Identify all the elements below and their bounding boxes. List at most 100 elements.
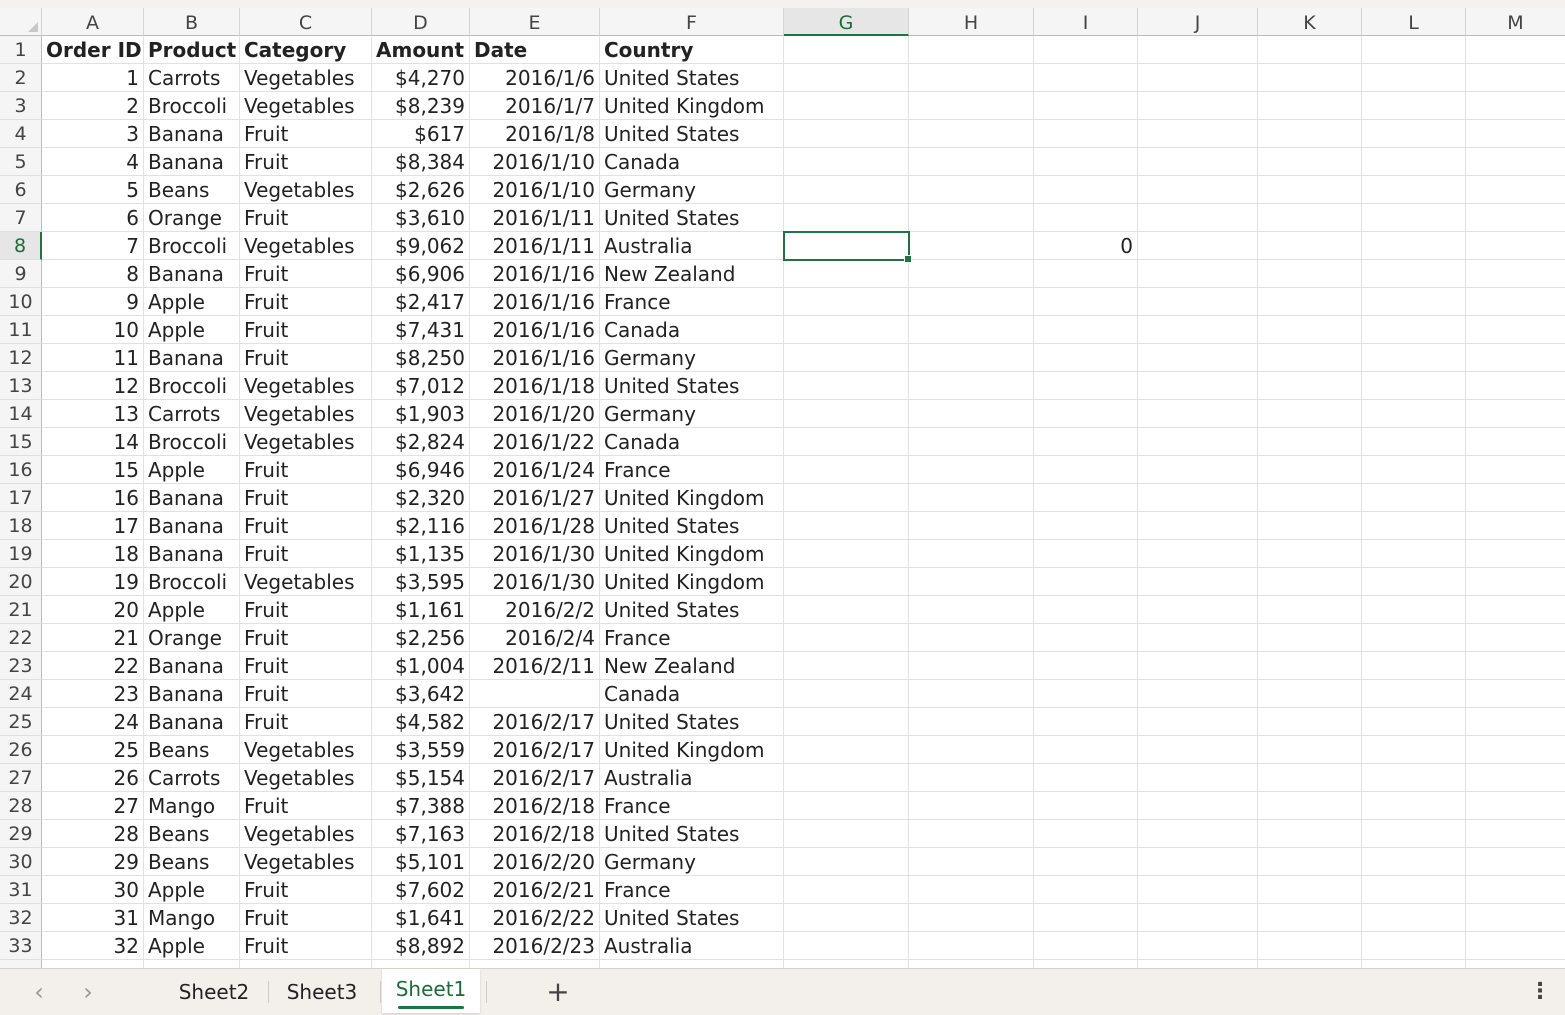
- cell-g22[interactable]: [784, 624, 909, 652]
- cell-h14[interactable]: [909, 400, 1034, 428]
- cell-e19[interactable]: 2016/1/30: [470, 540, 600, 568]
- cell-d9[interactable]: $6,906: [372, 260, 470, 288]
- plus-icon[interactable]: +: [540, 976, 576, 1008]
- cell-e22[interactable]: 2016/2/4: [470, 624, 600, 652]
- cell-d11[interactable]: $7,431: [372, 316, 470, 344]
- cell-d29[interactable]: $7,163: [372, 820, 470, 848]
- cell-h17[interactable]: [909, 484, 1034, 512]
- cell-g25[interactable]: [784, 708, 909, 736]
- cell-c34[interactable]: [240, 960, 372, 968]
- cell-e9[interactable]: 2016/1/16: [470, 260, 600, 288]
- cell-m14[interactable]: [1466, 400, 1565, 428]
- cell-b14[interactable]: Carrots: [144, 400, 240, 428]
- row-header[interactable]: 17: [0, 484, 42, 512]
- cell-b8[interactable]: Broccoli: [144, 232, 240, 260]
- cell-f24[interactable]: Canada: [600, 680, 784, 708]
- row-header[interactable]: 6: [0, 176, 42, 204]
- cell-k24[interactable]: [1258, 680, 1362, 708]
- cell-g17[interactable]: [784, 484, 909, 512]
- cell-d8[interactable]: $9,062: [372, 232, 470, 260]
- cell-h28[interactable]: [909, 792, 1034, 820]
- cell-a29[interactable]: 28: [42, 820, 144, 848]
- cell-f15[interactable]: Canada: [600, 428, 784, 456]
- row-header[interactable]: 20: [0, 568, 42, 596]
- cell-d33[interactable]: $8,892: [372, 932, 470, 960]
- row-header[interactable]: 14: [0, 400, 42, 428]
- cell-a7[interactable]: 6: [42, 204, 144, 232]
- cell-a30[interactable]: 29: [42, 848, 144, 876]
- cell-a27[interactable]: 26: [42, 764, 144, 792]
- cell-e26[interactable]: 2016/2/17: [470, 736, 600, 764]
- cell-g23[interactable]: [784, 652, 909, 680]
- cell-m4[interactable]: [1466, 120, 1565, 148]
- cell-b5[interactable]: Banana: [144, 148, 240, 176]
- cell-a14[interactable]: 13: [42, 400, 144, 428]
- cell-j6[interactable]: [1138, 176, 1258, 204]
- cell-k20[interactable]: [1258, 568, 1362, 596]
- row-header[interactable]: 15: [0, 428, 42, 456]
- cell-j30[interactable]: [1138, 848, 1258, 876]
- cell-g24[interactable]: [784, 680, 909, 708]
- cell-g7[interactable]: [784, 204, 909, 232]
- cell-c21[interactable]: Fruit: [240, 596, 372, 624]
- cell-l8[interactable]: [1362, 232, 1466, 260]
- cell-b10[interactable]: Apple: [144, 288, 240, 316]
- cell-h16[interactable]: [909, 456, 1034, 484]
- cell-k18[interactable]: [1258, 512, 1362, 540]
- cell-m33[interactable]: [1466, 932, 1565, 960]
- cell-b1[interactable]: Product: [144, 36, 240, 64]
- cell-e8[interactable]: 2016/1/11: [470, 232, 600, 260]
- cell-d5[interactable]: $8,384: [372, 148, 470, 176]
- row-header[interactable]: 5: [0, 148, 42, 176]
- cell-a5[interactable]: 4: [42, 148, 144, 176]
- cell-j15[interactable]: [1138, 428, 1258, 456]
- cell-g15[interactable]: [784, 428, 909, 456]
- cell-k21[interactable]: [1258, 596, 1362, 624]
- row-header[interactable]: 16: [0, 456, 42, 484]
- cell-k3[interactable]: [1258, 92, 1362, 120]
- cell-e27[interactable]: 2016/2/17: [470, 764, 600, 792]
- row-header[interactable]: 7: [0, 204, 42, 232]
- row-header[interactable]: 33: [0, 932, 42, 960]
- cell-g16[interactable]: [784, 456, 909, 484]
- cell-h5[interactable]: [909, 148, 1034, 176]
- cell-d7[interactable]: $3,610: [372, 204, 470, 232]
- cell-e4[interactable]: 2016/1/8: [470, 120, 600, 148]
- cell-c31[interactable]: Fruit: [240, 876, 372, 904]
- cell-a13[interactable]: 12: [42, 372, 144, 400]
- cell-f3[interactable]: United Kingdom: [600, 92, 784, 120]
- cell-m11[interactable]: [1466, 316, 1565, 344]
- cell-c14[interactable]: Vegetables: [240, 400, 372, 428]
- tab-sheet1[interactable]: Sheet1: [382, 969, 480, 1013]
- cell-i9[interactable]: [1034, 260, 1138, 288]
- cell-k12[interactable]: [1258, 344, 1362, 372]
- cell-i26[interactable]: [1034, 736, 1138, 764]
- cell-j7[interactable]: [1138, 204, 1258, 232]
- cell-b19[interactable]: Banana: [144, 540, 240, 568]
- row-header[interactable]: 30: [0, 848, 42, 876]
- cell-j25[interactable]: [1138, 708, 1258, 736]
- cell-b34[interactable]: [144, 960, 240, 968]
- cell-c6[interactable]: Vegetables: [240, 176, 372, 204]
- cell-k22[interactable]: [1258, 624, 1362, 652]
- cell-i11[interactable]: [1034, 316, 1138, 344]
- cell-d14[interactable]: $1,903: [372, 400, 470, 428]
- cell-a1[interactable]: Order ID: [42, 36, 144, 64]
- cell-l11[interactable]: [1362, 316, 1466, 344]
- tab-sheet2[interactable]: Sheet2: [160, 969, 268, 1013]
- cell-m19[interactable]: [1466, 540, 1565, 568]
- cell-i4[interactable]: [1034, 120, 1138, 148]
- cell-f10[interactable]: France: [600, 288, 784, 316]
- cell-l21[interactable]: [1362, 596, 1466, 624]
- cell-e20[interactable]: 2016/1/30: [470, 568, 600, 596]
- cell-i24[interactable]: [1034, 680, 1138, 708]
- cell-f8[interactable]: Australia: [600, 232, 784, 260]
- cell-f18[interactable]: United States: [600, 512, 784, 540]
- cell-e32[interactable]: 2016/2/22: [470, 904, 600, 932]
- cell-e14[interactable]: 2016/1/20: [470, 400, 600, 428]
- cell-g11[interactable]: [784, 316, 909, 344]
- cell-l29[interactable]: [1362, 820, 1466, 848]
- cell-e33[interactable]: 2016/2/23: [470, 932, 600, 960]
- cell-j17[interactable]: [1138, 484, 1258, 512]
- cell-a21[interactable]: 20: [42, 596, 144, 624]
